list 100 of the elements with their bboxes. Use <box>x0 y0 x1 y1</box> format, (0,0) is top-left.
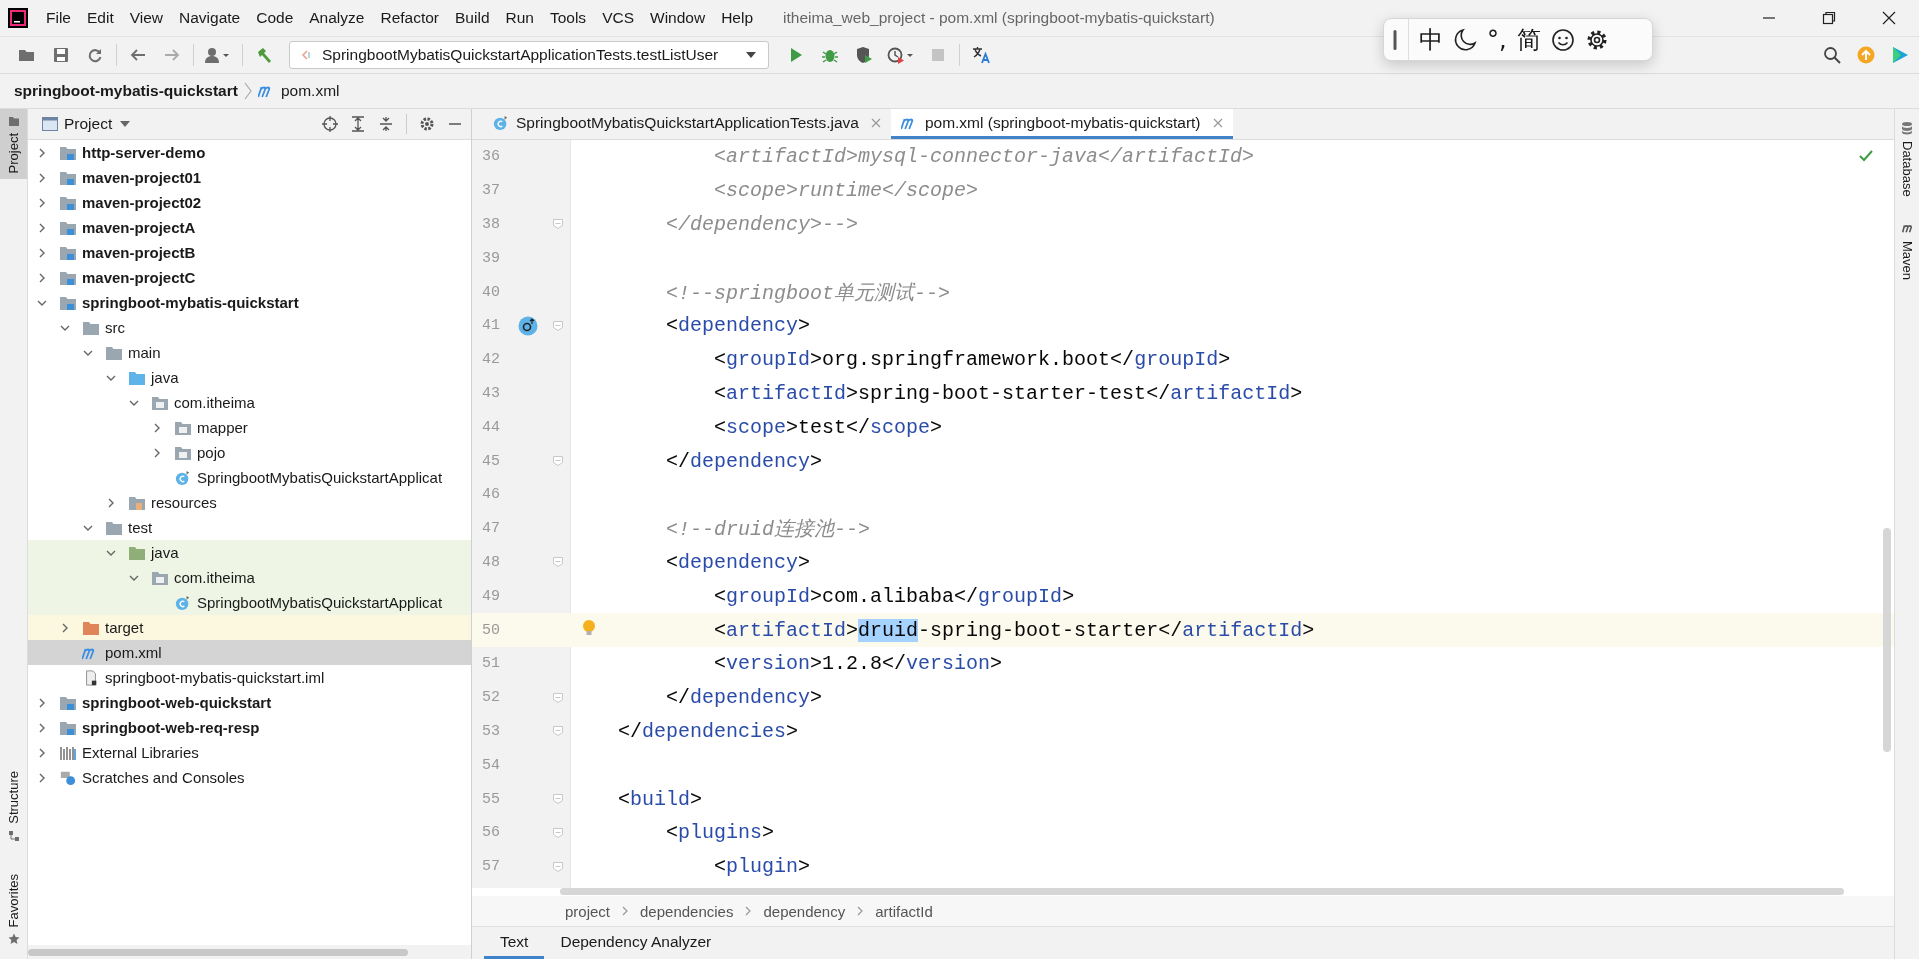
collapse-all-icon[interactable] <box>378 116 394 132</box>
line-number: 37 <box>481 181 501 202</box>
scrollbar-thumb[interactable] <box>1883 528 1891 752</box>
menu-item[interactable]: Navigate <box>171 9 249 27</box>
run-config-dropdown[interactable]: SpringbootMybatisQuickstartApplicationTests.testListUser <box>289 41 770 69</box>
tree-item[interactable]: maven-projectB <box>28 240 471 265</box>
caret-icon[interactable] <box>120 121 131 127</box>
tree-item[interactable]: springboot-web-req-resp <box>28 715 471 740</box>
tree-item[interactable]: springboot-mybatis-quickstart.iml <box>28 665 471 690</box>
line-number: 50 <box>481 620 501 641</box>
fold-marker-icon[interactable] <box>552 860 564 873</box>
tree-item[interactable]: maven-projectA <box>28 215 471 240</box>
tree-item[interactable]: java <box>28 540 471 565</box>
scrollbar-thumb[interactable] <box>28 948 408 956</box>
breadcrumb-item[interactable]: dependency <box>763 902 846 920</box>
menu-item[interactable]: Edit <box>79 9 122 27</box>
menu-item[interactable]: Analyze <box>301 9 373 27</box>
tree-item[interactable]: maven-project01 <box>28 165 471 190</box>
smiley-icon[interactable] <box>1550 27 1575 52</box>
fold-marker-icon[interactable] <box>552 725 564 738</box>
tool-window-button[interactable]: Maven <box>1895 216 1919 284</box>
tool-window-button[interactable]: Project <box>0 109 27 180</box>
tree-item[interactable]: External Libraries <box>28 740 471 765</box>
menu-item[interactable]: VCS <box>594 9 642 27</box>
tool-window-button[interactable]: Structure <box>0 764 27 848</box>
menu-item[interactable]: File <box>38 9 79 27</box>
fold-marker-icon[interactable] <box>552 319 564 332</box>
folder-icon <box>82 619 100 636</box>
breadcrumb-item[interactable]: artifactId <box>875 902 933 920</box>
tree-item[interactable]: maven-project02 <box>28 190 471 215</box>
tree-item[interactable]: springboot-mybatis-quickstart <box>28 290 471 315</box>
menu-item[interactable]: Code <box>248 9 302 27</box>
tree-item[interactable]: test <box>28 515 471 540</box>
tree-item[interactable]: pojo <box>28 440 471 465</box>
menu-item[interactable]: Refactor <box>372 9 448 27</box>
module-folder-icon <box>59 694 77 711</box>
settings-icon[interactable] <box>419 116 435 132</box>
tree-item[interactable]: main <box>28 340 471 365</box>
tree-item[interactable]: java <box>28 365 471 390</box>
panel-title-dropdown[interactable]: Project <box>64 115 113 133</box>
hammer-icon[interactable] <box>255 46 273 64</box>
user-icon[interactable] <box>204 46 232 64</box>
editor-mode-tab[interactable]: Dependency Analyzer <box>544 927 728 959</box>
breadcrumb-item[interactable]: dependencies <box>640 902 734 920</box>
code-line: <build> <box>617 787 703 811</box>
editor-mode-tab[interactable]: Text <box>484 927 545 959</box>
menu-item[interactable]: View <box>121 9 172 27</box>
coverage-icon[interactable] <box>855 46 874 64</box>
editor-tab[interactable]: pom.xml (springboot-mybatis-quickstart) <box>890 109 1233 139</box>
moon-icon[interactable] <box>1453 27 1477 52</box>
tool-window-button[interactable]: Database <box>1895 117 1919 201</box>
expand-all-icon[interactable] <box>350 116 366 132</box>
tree-item[interactable]: target <box>28 615 471 640</box>
drag-handle-icon[interactable] <box>1392 27 1398 52</box>
restore-icon[interactable] <box>1822 11 1836 25</box>
profiler-icon[interactable] <box>887 46 916 64</box>
tree-item[interactable]: pom.xml <box>28 640 471 665</box>
menu-item[interactable]: Window <box>642 9 714 27</box>
fold-marker-icon[interactable] <box>552 793 564 806</box>
tree-item[interactable]: SpringbootMybatisQuickstartApplicat <box>28 590 471 615</box>
punctuation-toggle[interactable]: °, <box>1487 25 1507 54</box>
line-number: 57 <box>481 857 501 878</box>
fold-marker-icon[interactable] <box>552 455 564 468</box>
menu-item[interactable]: Run <box>497 9 542 27</box>
folder-icon <box>7 115 20 127</box>
tree-item[interactable]: http-server-demo <box>28 140 471 165</box>
menu-item[interactable]: Help <box>713 9 762 27</box>
override-marker-icon[interactable] <box>518 315 538 336</box>
translate-icon[interactable] <box>972 46 991 64</box>
search-icon[interactable] <box>1823 46 1841 64</box>
code-line: <artifactId>druid-spring-boot-starter</artifactId> <box>713 618 1315 642</box>
tree-item[interactable]: com.itheima <box>28 390 471 415</box>
fold-marker-icon[interactable] <box>552 691 564 704</box>
close-icon[interactable] <box>1882 11 1896 25</box>
tool-window-button[interactable]: Favorites <box>0 867 27 951</box>
breadcrumb-item[interactable]: project <box>565 902 611 920</box>
tree-item[interactable]: SpringbootMybatisQuickstartApplicat <box>28 465 471 490</box>
editor-tab[interactable]: SpringbootMybatisQuickstartApplicationTests.java <box>482 109 891 139</box>
tree-item[interactable]: resources <box>28 490 471 515</box>
menu-item[interactable]: Build <box>447 9 498 27</box>
tree-item[interactable]: maven-projectC <box>28 265 471 290</box>
tree-item[interactable]: mapper <box>28 415 471 440</box>
tree-item[interactable]: Scratches and Consoles <box>28 765 471 790</box>
fold-marker-icon[interactable] <box>552 826 564 839</box>
tree-item[interactable]: src <box>28 315 471 340</box>
fold-marker-icon[interactable] <box>552 218 564 231</box>
save-icon[interactable] <box>52 46 70 64</box>
tree-item[interactable]: springboot-web-quickstart <box>28 690 471 715</box>
line-number: 41 <box>481 316 501 337</box>
toolbox-logo-icon[interactable] <box>1891 46 1909 64</box>
fold-marker-icon[interactable] <box>552 556 564 569</box>
sync-icon[interactable] <box>86 46 104 64</box>
scrollbar-thumb[interactable] <box>560 888 1844 895</box>
breadcrumb-item[interactable]: pom.xml <box>280 82 340 100</box>
input-mode-toggle[interactable]: 中 <box>1419 23 1443 56</box>
tree-item[interactable]: com.itheima <box>28 565 471 590</box>
charset-toggle[interactable]: 简 <box>1516 23 1541 56</box>
locate-icon[interactable] <box>322 116 338 132</box>
menu-item[interactable]: Tools <box>541 9 595 27</box>
breadcrumb-item[interactable]: springboot-mybatis-quickstart <box>14 82 238 100</box>
